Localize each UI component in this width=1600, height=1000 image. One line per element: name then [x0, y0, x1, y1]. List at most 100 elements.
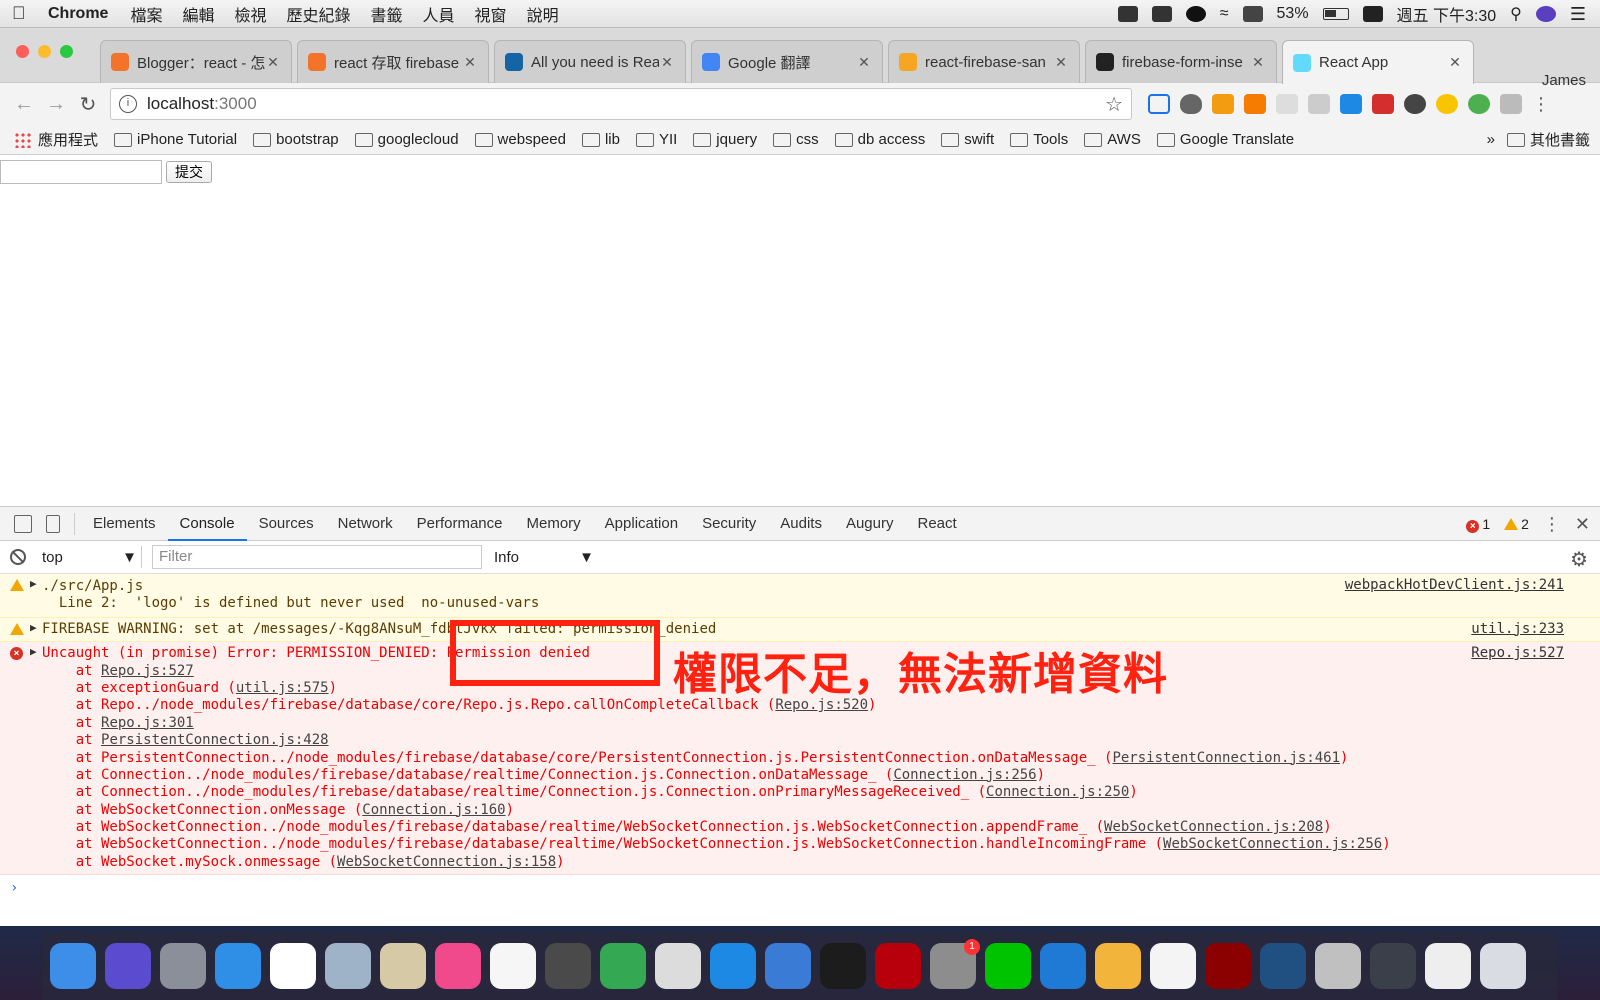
checker-extension-icon[interactable]: [1468, 94, 1490, 114]
bookmark-item[interactable]: googlecloud: [354, 131, 459, 148]
menu-view[interactable]: 檢視: [234, 2, 266, 26]
tab-close-icon[interactable]: ✕: [265, 54, 281, 71]
menu-window[interactable]: 視窗: [475, 2, 507, 26]
new-tab-button[interactable]: [1488, 72, 1528, 92]
stack-source-link[interactable]: PersistentConnection.js:428: [101, 732, 329, 748]
sequel-pro-icon[interactable]: [655, 943, 701, 989]
tab-close-icon[interactable]: ✕: [1447, 54, 1463, 71]
scissors-icon[interactable]: [1315, 943, 1361, 989]
message-input[interactable]: [0, 160, 162, 184]
devtools-tab[interactable]: Sources: [247, 507, 326, 541]
devtools-tab[interactable]: Audits: [768, 507, 834, 541]
bookmark-item[interactable]: iPhone Tutorial: [114, 131, 237, 148]
bookmark-item[interactable]: webspeed: [474, 131, 566, 148]
devtools-tab[interactable]: Console: [167, 507, 247, 541]
stack-source-link[interactable]: WebSocketConnection.js:256: [1163, 836, 1382, 852]
clock[interactable]: 週五 下午3:30: [1397, 2, 1497, 26]
filezilla-icon[interactable]: [875, 943, 921, 989]
menu-edit[interactable]: 編輯: [182, 2, 214, 26]
line-status-icon[interactable]: [1185, 6, 1206, 22]
minimize-window-button[interactable]: [38, 45, 51, 58]
tab-close-icon[interactable]: ✕: [1053, 54, 1069, 71]
console-filter-input[interactable]: Filter: [152, 545, 482, 569]
bookmark-other[interactable]: 其他書籤: [1506, 129, 1590, 150]
browser-tab[interactable]: React App ✕: [1282, 40, 1474, 84]
bookmark-apps[interactable]: 應用程式: [14, 129, 98, 150]
menu-bookmarks[interactable]: 書籤: [371, 2, 403, 26]
stack-source-link[interactable]: Connection.js:256: [893, 767, 1036, 783]
bookmark-item[interactable]: swift: [941, 131, 994, 148]
bookmarks-overflow-icon[interactable]: »: [1487, 131, 1495, 148]
inspect-element-icon[interactable]: [14, 514, 32, 533]
bookmark-item[interactable]: lib: [581, 131, 620, 148]
tab-close-icon[interactable]: ✕: [856, 54, 872, 71]
tab-close-icon[interactable]: ✕: [462, 54, 478, 71]
safari-icon[interactable]: [215, 943, 261, 989]
preview-icon[interactable]: [380, 943, 426, 989]
address-bar[interactable]: i localhost:3000 ☆: [110, 88, 1132, 120]
moon-extension-icon[interactable]: [1436, 94, 1458, 114]
battery-icon[interactable]: [1322, 8, 1349, 20]
notification-center-icon[interactable]: ☰: [1570, 4, 1586, 25]
source-link[interactable]: util.js:233: [1471, 621, 1564, 637]
feed-extension-icon[interactable]: [1308, 94, 1330, 114]
app-store-icon[interactable]: [710, 943, 756, 989]
close-window-button[interactable]: [16, 45, 29, 58]
apple-menu-icon[interactable]: : [12, 3, 28, 24]
profile-name[interactable]: James: [1542, 72, 1586, 89]
drive-extension-icon[interactable]: [1500, 94, 1522, 114]
browser-tab[interactable]: Google 翻譯 ✕: [691, 40, 883, 83]
device-toolbar-icon[interactable]: [46, 514, 60, 533]
menu-people[interactable]: 人員: [423, 2, 455, 26]
menu-file[interactable]: 檔案: [130, 2, 162, 26]
sublime-icon[interactable]: [545, 943, 591, 989]
bookmark-star-icon[interactable]: ☆: [1105, 92, 1123, 117]
wave-extension-icon[interactable]: [1276, 94, 1298, 114]
trash-icon[interactable]: [1480, 943, 1526, 989]
bookmark-item[interactable]: css: [773, 131, 819, 148]
bookmark-item[interactable]: db access: [834, 131, 925, 148]
browser-tab[interactable]: firebase-form-inse ✕: [1085, 40, 1277, 83]
browser-tab[interactable]: react-firebase-san ✕: [888, 40, 1080, 83]
menu-history[interactable]: 歷史紀錄: [287, 2, 351, 26]
document-icon[interactable]: [1425, 943, 1471, 989]
stack-source-link[interactable]: Repo.js:527: [101, 663, 194, 679]
siri-menubar-icon[interactable]: [1535, 6, 1556, 22]
xcode-icon[interactable]: [765, 943, 811, 989]
tab-close-icon[interactable]: ✕: [659, 54, 675, 71]
bookmark-item[interactable]: bootstrap: [253, 131, 339, 148]
error-counter[interactable]: × 1: [1466, 516, 1490, 533]
launchpad-grid-icon[interactable]: [270, 943, 316, 989]
stack-source-link[interactable]: Connection.js:160: [362, 802, 505, 818]
chrome-menu-icon[interactable]: ⋮: [1532, 94, 1550, 115]
devtools-tab[interactable]: Security: [690, 507, 768, 541]
sync-extension-icon[interactable]: [1404, 94, 1426, 114]
devtools-tab[interactable]: Application: [593, 507, 690, 541]
close-devtools-icon[interactable]: ✕: [1575, 514, 1590, 535]
source-link[interactable]: Repo.js:527: [1471, 645, 1564, 661]
zoom-window-button[interactable]: [60, 45, 73, 58]
warning-counter[interactable]: 2: [1504, 516, 1529, 532]
shield-extension-icon[interactable]: [1180, 94, 1202, 114]
chrome-icon[interactable]: [600, 943, 646, 989]
launchpad-icon[interactable]: [160, 943, 206, 989]
bookmark-item[interactable]: Google Translate: [1156, 131, 1294, 148]
rss-extension-icon[interactable]: [1212, 94, 1234, 114]
cloud-upload-icon[interactable]: [1117, 6, 1138, 22]
bookmark-item[interactable]: AWS: [1084, 131, 1141, 148]
airplay-icon[interactable]: [1242, 6, 1263, 22]
clear-console-icon[interactable]: [10, 549, 26, 565]
vscode-icon[interactable]: [1040, 943, 1086, 989]
devtools-tab[interactable]: Performance: [405, 507, 515, 541]
chart-extension-icon[interactable]: [1244, 94, 1266, 114]
source-link[interactable]: webpackHotDevClient.js:241: [1345, 577, 1564, 593]
wifi-icon[interactable]: ≈: [1220, 5, 1229, 23]
app-menu-chrome[interactable]: Chrome: [48, 5, 108, 23]
finder-icon[interactable]: [50, 943, 96, 989]
new-extension-icon[interactable]: [1340, 94, 1362, 114]
menu-help[interactable]: 說明: [527, 2, 559, 26]
submit-button[interactable]: 提交: [166, 161, 212, 183]
chrome-canary-icon[interactable]: [1095, 943, 1141, 989]
expand-triangle-icon[interactable]: ▶: [30, 621, 37, 634]
expand-triangle-icon[interactable]: ▶: [30, 577, 37, 590]
